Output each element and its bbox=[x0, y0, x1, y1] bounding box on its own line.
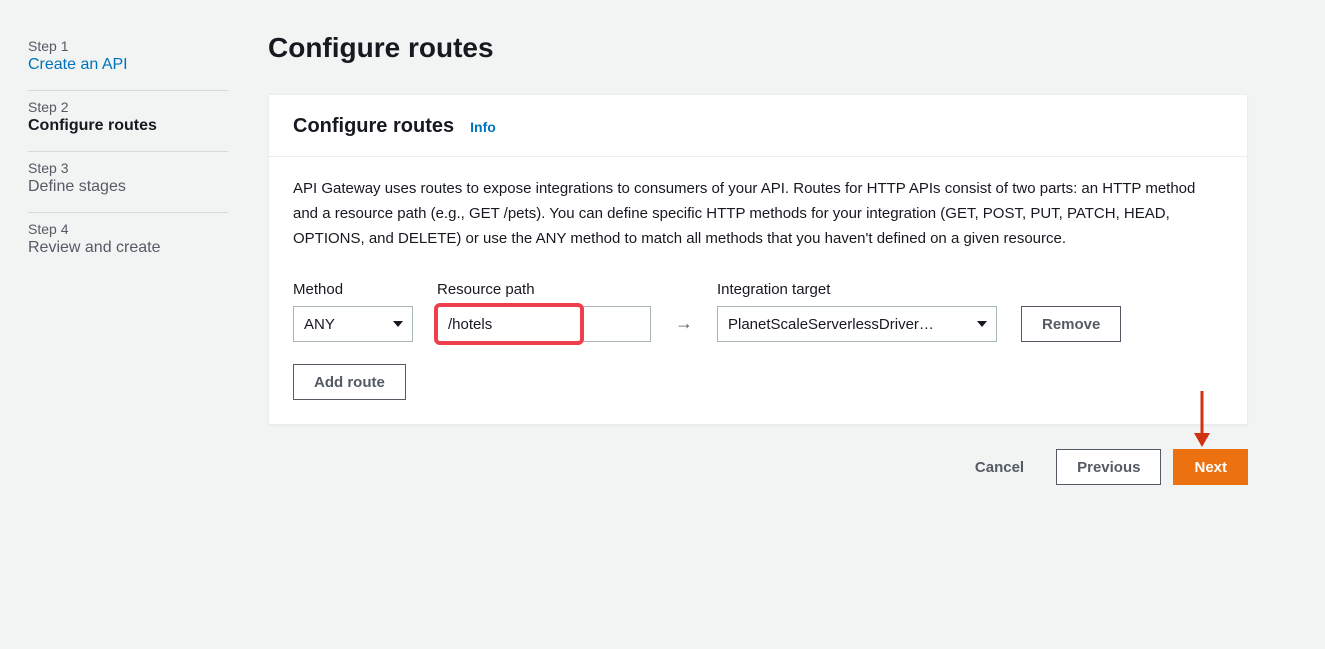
step-title: Review and create bbox=[28, 239, 228, 257]
step-title[interactable]: Create an API bbox=[28, 56, 228, 74]
step-label: Step 1 bbox=[28, 38, 228, 54]
next-button[interactable]: Next bbox=[1173, 449, 1248, 485]
resource-path-input[interactable] bbox=[438, 307, 650, 341]
panel-heading: Configure routes bbox=[293, 115, 454, 138]
method-select-wrap[interactable]: ANY bbox=[293, 306, 413, 342]
panel-description: API Gateway uses routes to expose integr… bbox=[293, 177, 1223, 251]
step-1[interactable]: Step 1 Create an API bbox=[28, 30, 228, 91]
route-row: Method ANY Resource path bbox=[293, 281, 1223, 342]
integration-target-select[interactable]: PlanetScaleServerlessDriver… bbox=[717, 306, 997, 342]
configure-routes-panel: Configure routes Info API Gateway uses r… bbox=[268, 94, 1248, 425]
arrow-icon: → bbox=[675, 313, 693, 342]
method-field: Method ANY bbox=[293, 281, 413, 342]
page-title: Configure routes bbox=[268, 32, 1248, 64]
resource-path-field: Resource path bbox=[437, 281, 651, 342]
method-select[interactable]: ANY bbox=[293, 306, 413, 342]
remove-field: . Remove bbox=[1021, 281, 1121, 342]
footer-actions: Cancel Previous Next bbox=[268, 449, 1248, 485]
info-link[interactable]: Info bbox=[470, 119, 496, 135]
add-route-button[interactable]: Add route bbox=[293, 364, 406, 400]
step-label: Step 3 bbox=[28, 160, 228, 176]
step-title: Configure routes bbox=[28, 117, 228, 135]
resource-path-input-wrap[interactable] bbox=[437, 306, 651, 342]
resource-path-label: Resource path bbox=[437, 281, 651, 298]
step-2: Step 2 Configure routes bbox=[28, 91, 228, 152]
integration-target-field: Integration target PlanetScaleServerless… bbox=[717, 281, 997, 342]
panel-header: Configure routes Info bbox=[269, 95, 1247, 157]
main-content: Configure routes Configure routes Info A… bbox=[268, 24, 1248, 485]
integration-target-select-wrap[interactable]: PlanetScaleServerlessDriver… bbox=[717, 306, 997, 342]
panel-body: API Gateway uses routes to expose integr… bbox=[269, 157, 1247, 424]
step-label: Step 4 bbox=[28, 221, 228, 237]
step-label: Step 2 bbox=[28, 99, 228, 115]
step-title: Define stages bbox=[28, 178, 228, 196]
method-label: Method bbox=[293, 281, 413, 298]
previous-button[interactable]: Previous bbox=[1056, 449, 1161, 485]
wizard-sidebar: Step 1 Create an API Step 2 Configure ro… bbox=[28, 24, 228, 485]
cancel-button[interactable]: Cancel bbox=[955, 449, 1044, 485]
step-3: Step 3 Define stages bbox=[28, 152, 228, 213]
integration-target-label: Integration target bbox=[717, 281, 997, 298]
remove-route-button[interactable]: Remove bbox=[1021, 306, 1121, 342]
step-4: Step 4 Review and create bbox=[28, 213, 228, 273]
